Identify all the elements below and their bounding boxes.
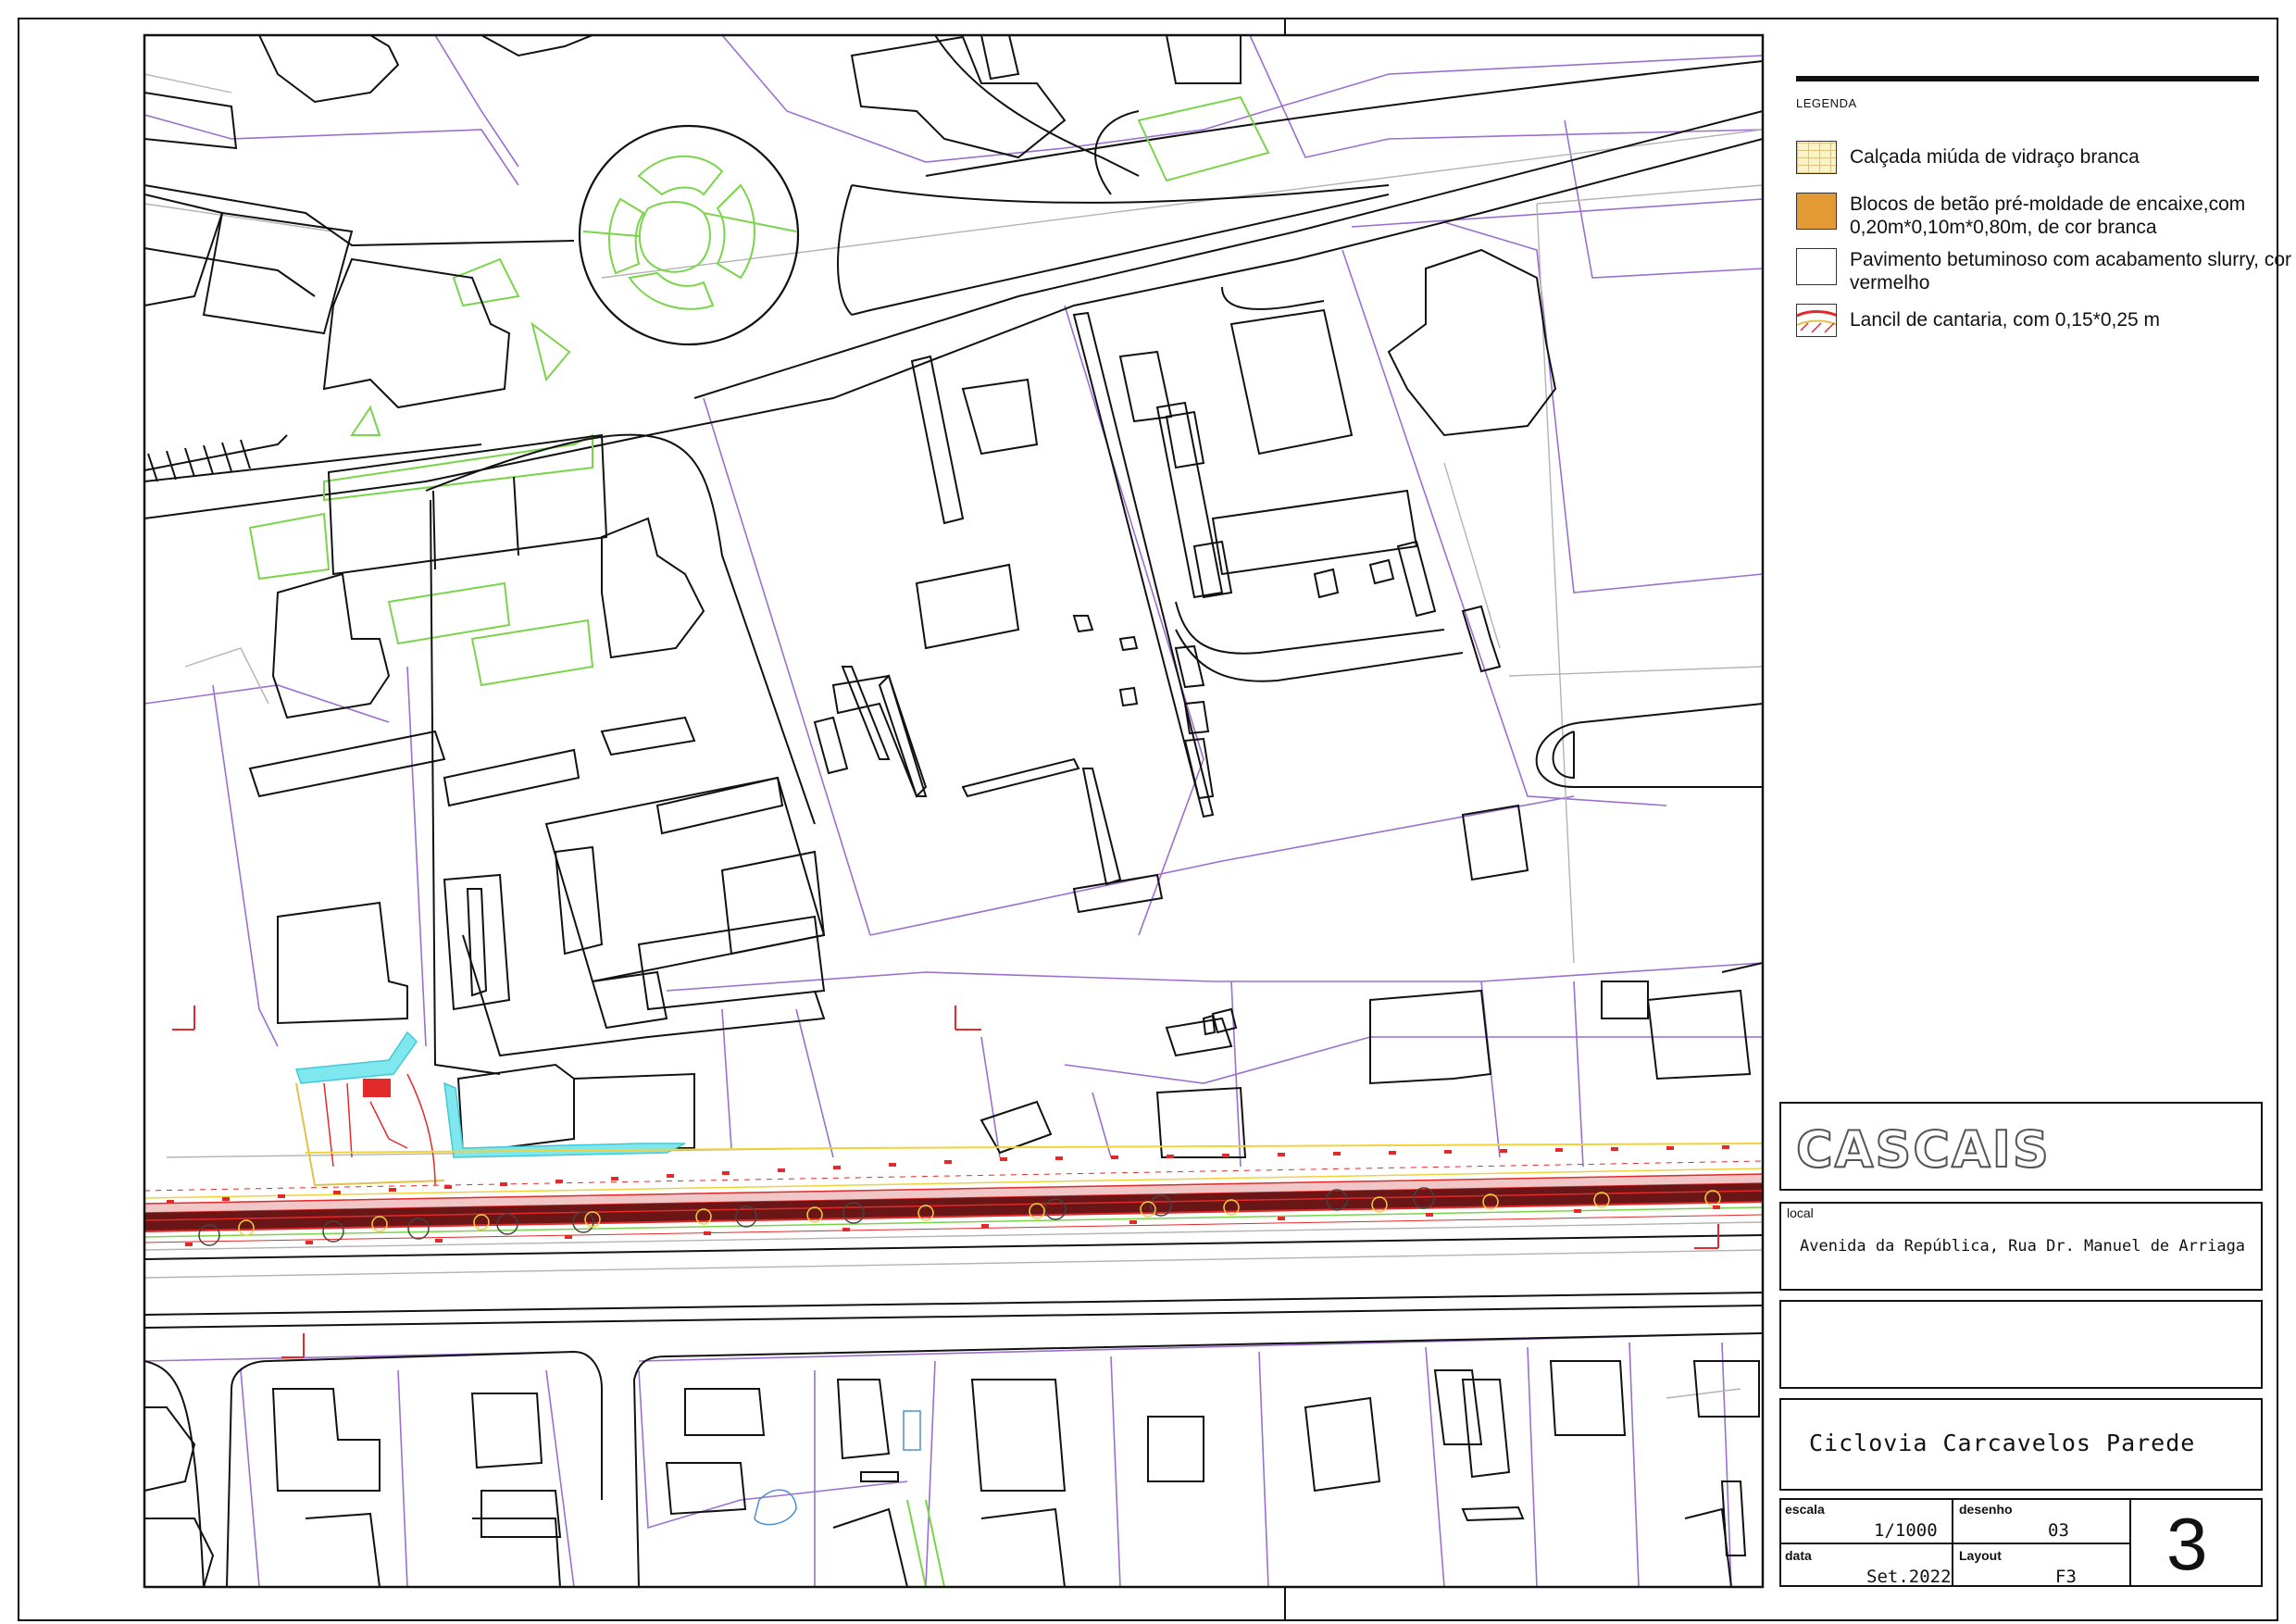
desenho-label: desenho [1959, 1502, 2013, 1517]
info-divider-2 [2129, 1498, 2131, 1587]
blank-box [1779, 1300, 2263, 1389]
project-name: Ciclovia Carcavelos Parede [1809, 1430, 2196, 1456]
legend-label-pavimento: Pavimento betuminoso com acabamento slur… [1850, 249, 2291, 294]
layout-value: F3 [2055, 1567, 2077, 1587]
legend-label-blocos: Blocos de betão pré-moldade de encaixe,c… [1850, 194, 2246, 238]
curb-hatch-icon [1797, 310, 1836, 333]
sheet-number: 3 [2166, 1503, 2208, 1585]
legend-swatch-lancil [1796, 304, 1837, 337]
legend-label-lancil: Lancil de cantaria, com 0,15*0,25 m [1850, 309, 2161, 331]
legend-title: LEGENDA [1796, 96, 1857, 110]
legend-swatch-blocos [1796, 193, 1837, 230]
legend-label-calcada: Calçada miúda de vidraço branca [1850, 146, 2140, 168]
data-value: Set.2022 [1866, 1567, 1952, 1587]
legend-swatch-pavimento [1796, 248, 1837, 285]
layout-label: Layout [1959, 1548, 2002, 1563]
drawing-sheet: LEGENDA Calçada miúda de vidraço branca … [0, 0, 2296, 1624]
desenho-value: 03 [2048, 1520, 2069, 1541]
legend-swatch-calcada [1796, 141, 1837, 174]
site-plan [144, 35, 1763, 1587]
data-label: data [1785, 1548, 1812, 1563]
cascais-logo: CASCAIS [1795, 1119, 2051, 1180]
info-divider-h [1779, 1543, 2129, 1544]
escala-value: 1/1000 [1874, 1520, 1938, 1541]
local-value: Avenida da República, Rua Dr. Manuel de … [1800, 1237, 2246, 1255]
local-label: local [1787, 1206, 1814, 1220]
escala-label: escala [1785, 1502, 1825, 1517]
